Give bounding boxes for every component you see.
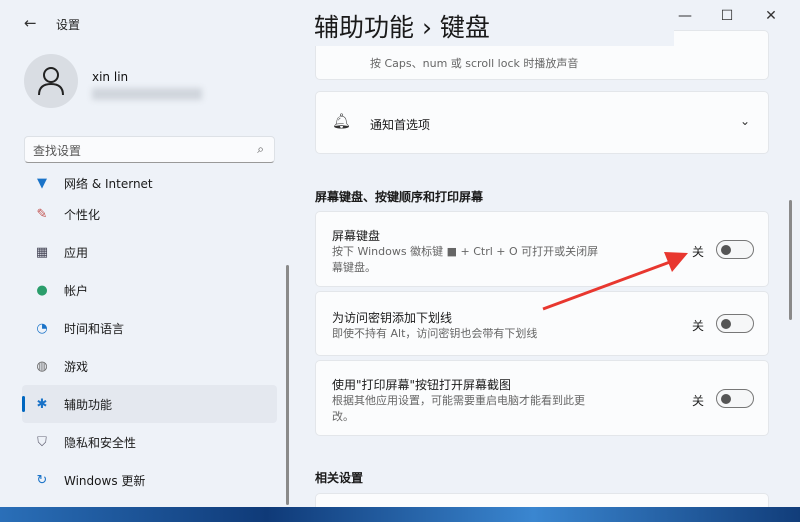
settings-window: ← 设置 — ☐ ✕ xin lin 查找设置 ⌕ ▼ 网络 & Internet…: [0, 0, 800, 507]
desktop-wallpaper: [0, 507, 800, 522]
red-arrow-annotation: [542, 252, 688, 311]
